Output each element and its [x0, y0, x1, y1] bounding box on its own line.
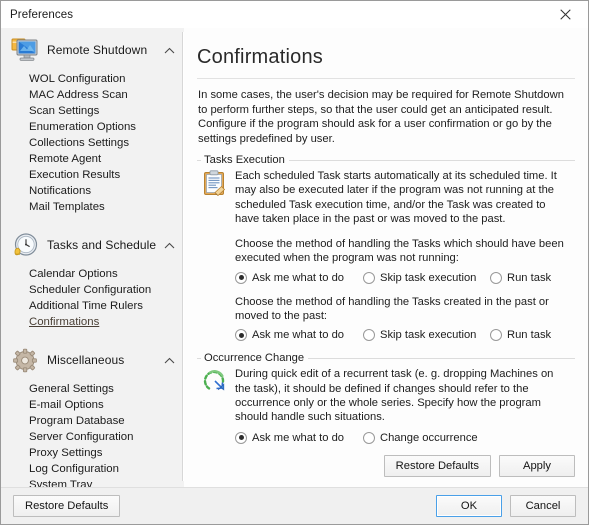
radio-run-task-1[interactable]: Run task [490, 271, 552, 284]
monitor-icon [10, 35, 40, 65]
radio-ask-me-what-to-do-3[interactable]: Ask me what to do [235, 431, 359, 444]
radio-label: Skip task execution [380, 329, 477, 342]
window-title: Preferences [10, 8, 74, 21]
sidebar-item-mac-address-scan[interactable]: MAC Address Scan [1, 87, 184, 103]
tasks-execution-description: Each scheduled Task starts automatically… [235, 170, 557, 225]
sidebar-item-enumeration-options[interactable]: Enumeration Options [1, 119, 184, 135]
gear-icon [10, 345, 40, 375]
sidebar-item-wol-configuration[interactable]: WOL Configuration [1, 71, 184, 87]
sidebar-item-scan-settings[interactable]: Scan Settings [1, 103, 184, 119]
cancel-button[interactable]: Cancel [510, 495, 576, 517]
sidebar-group-label: Miscellaneous [47, 353, 125, 367]
sidebar-item-calendar-options[interactable]: Calendar Options [1, 266, 184, 282]
chevron-up-icon[interactable] [162, 238, 176, 252]
tasks-execution-prompt-2: Choose the method of handling the Tasks … [235, 295, 549, 323]
ok-button[interactable]: OK [436, 495, 502, 517]
radio-label: Run task [507, 271, 552, 284]
recurrence-icon [200, 367, 228, 393]
sidebar-item-confirmations[interactable]: Confirmations [1, 314, 184, 330]
radio-indicator [363, 329, 375, 342]
radio-ask-me-what-to-do-2[interactable]: Ask me what to do [235, 329, 359, 342]
radio-indicator [235, 329, 247, 342]
radio-run-task-2[interactable]: Run task [490, 329, 552, 342]
footer-restore-defaults-button[interactable]: Restore Defaults [13, 495, 121, 517]
apply-button[interactable]: Apply [499, 455, 575, 477]
sidebar-sublist-tasks-and-schedule: Calendar Options Scheduler Configuration… [1, 264, 184, 334]
radio-change-occurrence[interactable]: Change occurrence [363, 431, 478, 444]
radio-label: Ask me what to do [252, 431, 345, 444]
restore-defaults-button[interactable]: Restore Defaults [383, 455, 491, 477]
occurrence-change-legend: Occurrence Change [201, 352, 309, 365]
sidebar-sublist-miscellaneous: General Settings E-mail Options Program … [1, 379, 184, 487]
radio-indicator [235, 271, 247, 284]
radio-label: Run task [507, 329, 552, 342]
occurrence-change-description: During quick edit of a recurrent task (e… [235, 368, 554, 424]
occurrence-change-options: Ask me what to do Change occurrence [235, 431, 575, 444]
sidebar-item-system-tray[interactable]: System Tray [1, 477, 184, 487]
sidebar-item-collections-settings[interactable]: Collections Settings [1, 135, 184, 151]
title-bar: Preferences [1, 1, 588, 28]
tasks-execution-options-1: Ask me what to do Skip task execution Ru… [235, 271, 575, 284]
content-action-buttons: Restore Defaults Apply [383, 455, 575, 477]
page-description: In some cases, the user's decision may b… [198, 89, 564, 145]
sidebar-group-label: Remote Shutdown [47, 43, 148, 57]
sidebar-sublist-remote-shutdown: WOL Configuration MAC Address Scan Scan … [1, 69, 184, 219]
radio-label: Ask me what to do [252, 329, 345, 342]
radio-skip-task-execution-1[interactable]: Skip task execution [363, 271, 486, 284]
chevron-up-icon[interactable] [162, 43, 176, 57]
sidebar-group-tasks-and-schedule[interactable]: Tasks and Schedule [1, 226, 184, 264]
sidebar-item-execution-results[interactable]: Execution Results [1, 167, 184, 183]
sidebar-item-remote-agent[interactable]: Remote Agent [1, 151, 184, 167]
radio-indicator [235, 431, 247, 444]
title-divider [197, 78, 575, 79]
radio-ask-me-what-to-do-1[interactable]: Ask me what to do [235, 271, 359, 284]
sidebar: Remote Shutdown WOL Configuration MAC Ad… [1, 28, 184, 487]
chevron-up-icon[interactable] [162, 353, 176, 367]
dialog-footer: Restore Defaults OK Cancel [1, 487, 588, 524]
footer-actions: OK Cancel [436, 495, 576, 517]
sidebar-item-scheduler-configuration[interactable]: Scheduler Configuration [1, 282, 184, 298]
sidebar-item-notifications[interactable]: Notifications [1, 183, 184, 199]
sidebar-group-remote-shutdown[interactable]: Remote Shutdown [1, 31, 184, 69]
sidebar-item-proxy-settings[interactable]: Proxy Settings [1, 445, 184, 461]
radio-indicator [363, 431, 375, 444]
sidebar-item-log-configuration[interactable]: Log Configuration [1, 461, 184, 477]
radio-indicator [490, 271, 502, 284]
close-icon[interactable] [543, 1, 588, 28]
radio-label: Skip task execution [380, 271, 477, 284]
page-title: Confirmations [197, 46, 323, 68]
content-panel: Confirmations In some cases, the user's … [184, 28, 588, 487]
occurrence-change-group: Occurrence Change During quick edit of a… [197, 352, 575, 444]
sidebar-item-additional-time-rulers[interactable]: Additional Time Rulers [1, 298, 184, 314]
sidebar-item-general-settings[interactable]: General Settings [1, 381, 184, 397]
tasks-execution-options-2: Ask me what to do Skip task execution Ru… [235, 329, 575, 342]
radio-label: Ask me what to do [252, 271, 345, 284]
radio-label: Change occurrence [380, 431, 478, 444]
preferences-window: Preferences Remote Shutdown WOL Configur… [0, 0, 589, 525]
clipboard-icon [200, 169, 228, 196]
tasks-execution-prompt-1: Choose the method of handling the Tasks … [235, 238, 564, 265]
sidebar-item-program-database[interactable]: Program Database [1, 413, 184, 429]
tasks-execution-legend: Tasks Execution [201, 154, 289, 166]
sidebar-item-e-mail-options[interactable]: E-mail Options [1, 397, 184, 413]
radio-indicator [363, 271, 375, 284]
sidebar-item-server-configuration[interactable]: Server Configuration [1, 429, 184, 445]
radio-indicator [490, 329, 502, 342]
sidebar-item-mail-templates[interactable]: Mail Templates [1, 199, 184, 215]
window-body: Remote Shutdown WOL Configuration MAC Ad… [1, 28, 588, 487]
sidebar-group-label: Tasks and Schedule [47, 238, 157, 252]
radio-skip-task-execution-2[interactable]: Skip task execution [363, 329, 486, 342]
sidebar-group-miscellaneous[interactable]: Miscellaneous [1, 341, 184, 379]
tasks-execution-group: Tasks Execution Each scheduled Task star… [197, 154, 575, 342]
clock-alarm-icon [10, 230, 40, 260]
